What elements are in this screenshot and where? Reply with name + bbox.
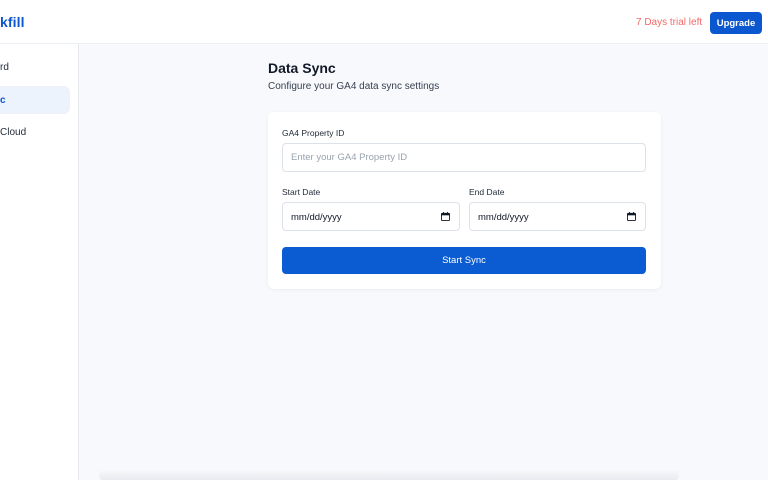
sidebar-item-label: Cloud (0, 126, 27, 138)
start-date-value: mm/dd/yyyy (291, 212, 342, 223)
scroll-shadow (99, 470, 679, 480)
sidebar-item-label: c (0, 94, 6, 106)
end-date-input[interactable]: mm/dd/yyyy (469, 202, 646, 231)
start-sync-button[interactable]: Start Sync (282, 247, 646, 274)
end-date-label: End Date (469, 187, 505, 197)
main-content: Data Sync Configure your GA4 data sync s… (79, 44, 768, 480)
upgrade-button[interactable]: Upgrade (710, 12, 762, 34)
property-id-input[interactable] (282, 143, 646, 172)
sidebar: rd c Cloud (0, 44, 79, 480)
sidebar-item-data-sync[interactable]: c (0, 86, 70, 114)
calendar-icon[interactable] (441, 212, 450, 221)
sidebar-item-label: rd (0, 61, 9, 73)
page-title: Data Sync (268, 60, 336, 76)
app-logo[interactable]: kfill (0, 14, 25, 30)
end-date-value: mm/dd/yyyy (478, 212, 529, 223)
trial-status: 7 Days trial left (636, 17, 703, 28)
sync-settings-card: GA4 Property ID Start Date mm/dd/yyyy En… (268, 112, 661, 289)
sidebar-item-cloud[interactable]: Cloud (0, 118, 70, 146)
start-date-input[interactable]: mm/dd/yyyy (282, 202, 460, 231)
page-subtitle: Configure your GA4 data sync settings (268, 81, 440, 92)
property-id-label: GA4 Property ID (282, 128, 345, 138)
sidebar-item-dashboard[interactable]: rd (0, 53, 70, 81)
calendar-icon[interactable] (627, 212, 636, 221)
top-bar: kfill 7 Days trial left Upgrade (0, 0, 768, 44)
start-date-label: Start Date (282, 187, 321, 197)
